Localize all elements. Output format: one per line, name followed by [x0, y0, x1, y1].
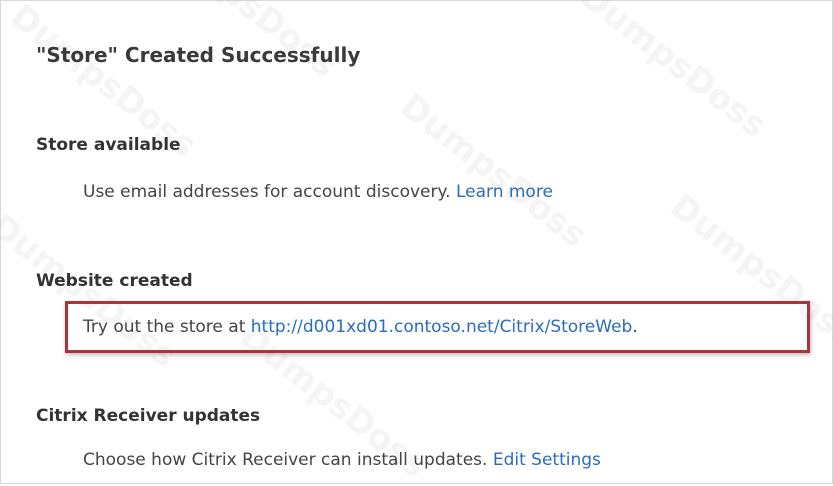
- website-created-description: Try out the store at http://d001xd01.con…: [83, 317, 638, 337]
- store-available-description: Use email addresses for account discover…: [83, 182, 553, 202]
- citrix-receiver-updates-text: Choose how Citrix Receiver can install u…: [83, 450, 488, 470]
- website-created-text: Try out the store at: [83, 317, 246, 337]
- watermark: DumpsDoss: [392, 86, 595, 256]
- website-url-suffix: .: [632, 317, 638, 337]
- learn-more-link[interactable]: Learn more: [456, 182, 553, 202]
- store-created-panel: DumpsDoss DumpsDoss DumpsDoss DumpsDoss …: [0, 0, 833, 486]
- website-created-heading: Website created: [36, 271, 193, 291]
- store-available-heading: Store available: [36, 135, 181, 155]
- citrix-receiver-updates-description: Choose how Citrix Receiver can install u…: [83, 450, 601, 470]
- store-available-text: Use email addresses for account discover…: [83, 182, 451, 202]
- edit-settings-link[interactable]: Edit Settings: [493, 450, 601, 470]
- store-web-url-link[interactable]: http://d001xd01.contoso.net/Citrix/Store…: [251, 317, 633, 337]
- watermark: DumpsDoss: [572, 0, 775, 146]
- page-title: "Store" Created Successfully: [36, 43, 361, 67]
- citrix-receiver-updates-heading: Citrix Receiver updates: [36, 406, 261, 426]
